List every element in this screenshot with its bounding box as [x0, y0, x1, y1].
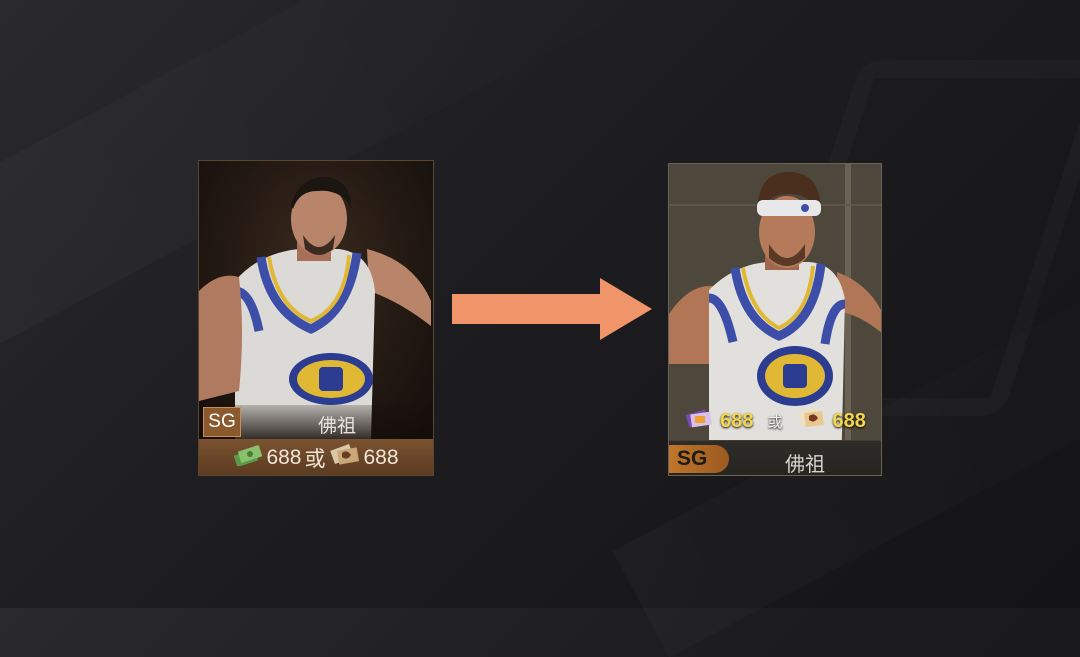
player-name: 佛祖	[785, 454, 825, 476]
or-separator: 或	[304, 448, 326, 471]
ticket-icon	[797, 406, 827, 436]
price-value-a: 688	[266, 446, 302, 469]
card-pack-icon	[684, 407, 714, 435]
player-name-row: SG 佛祖	[199, 405, 433, 439]
position-badge: SG	[669, 445, 729, 473]
or-separator: 或	[767, 413, 783, 431]
arrow-right-icon	[452, 278, 652, 340]
player-card-old[interactable]: SG 佛祖 688 或 688	[198, 160, 434, 476]
position-badge: SG	[203, 407, 241, 437]
price-row: 688 或 688	[199, 439, 433, 475]
price-value-b: 688	[832, 409, 866, 432]
player-name: 佛祖	[317, 416, 356, 437]
price-value-a: 688	[720, 409, 754, 432]
player-portrait	[199, 161, 433, 439]
cash-icon	[233, 444, 263, 472]
player-name-row: SG 佛祖	[669, 440, 881, 476]
ticket-icon	[329, 443, 361, 473]
player-card-new[interactable]: 688 或 688 SG 佛祖	[668, 163, 882, 476]
price-value-b: 688	[363, 446, 399, 469]
price-row: 688 或 688	[669, 404, 881, 438]
